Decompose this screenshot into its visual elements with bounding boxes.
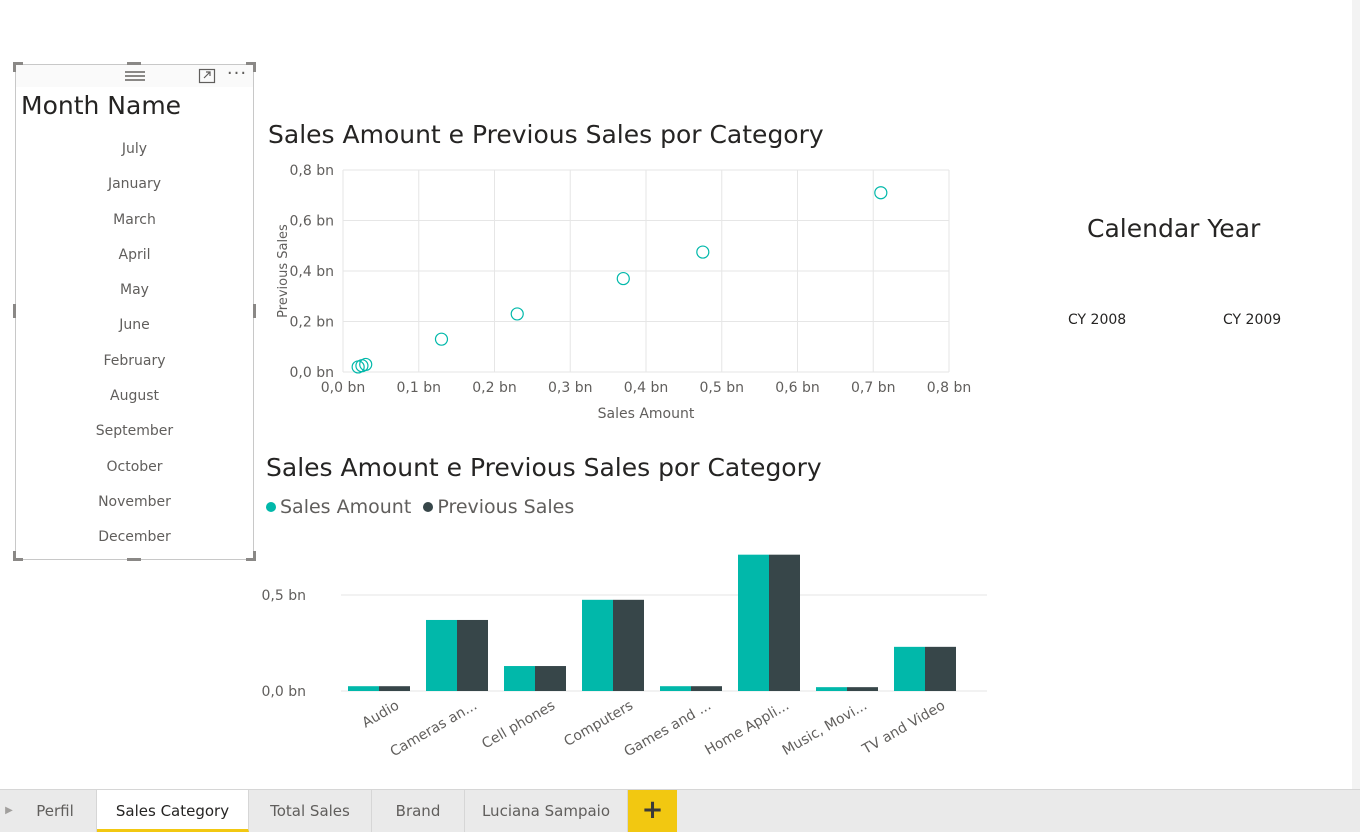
slicer-item[interactable]: March [16,203,253,238]
scatter-point[interactable] [359,357,373,372]
y-tick-label: 0,0 bn [262,684,306,700]
vertical-scrollbar[interactable] [1352,0,1360,789]
slicer-item[interactable]: October [16,450,253,485]
resize-handle[interactable] [13,62,16,72]
bar[interactable] [660,686,691,691]
slicer-item[interactable]: November [16,485,253,520]
calendar-year-item[interactable]: CY 2008 [1068,312,1126,328]
slicer-title: Month Name [21,91,182,120]
x-tick-label: Audio [360,698,402,732]
y-tick-label: 0,5 bn [262,588,306,604]
x-tick-label: 0,5 bn [700,380,744,396]
add-page-icon[interactable]: + [628,790,677,832]
legend-dot [266,502,276,512]
resize-handle[interactable] [13,304,16,318]
bar[interactable] [816,687,847,691]
x-tick-label: 0,2 bn [472,380,516,396]
x-tick-label: 0,6 bn [775,380,819,396]
scatter-point[interactable] [616,271,630,286]
bar[interactable] [535,666,566,691]
month-name-slicer[interactable]: ··· Month Name July January March April May J… [15,64,254,560]
bar[interactable] [504,666,535,691]
x-tick-label: 0,0 bn [321,380,365,396]
slicer-item[interactable]: April [16,238,253,273]
legend-label: Sales Amount [280,496,412,518]
resize-handle[interactable] [253,304,256,318]
scatter-chart[interactable]: 0,0 bn 0,1 bn 0,2 bn 0,3 bn 0,4 bn 0,5 bn 0,6 … [262,156,992,430]
legend-item-previous-sales[interactable]: Previous Sales [423,496,574,518]
legend-label: Previous Sales [437,496,575,518]
slicer-item[interactable]: August [16,379,253,414]
bar[interactable] [613,599,644,691]
bar[interactable] [691,686,722,691]
scatter-chart-title: Sales Amount e Previous Sales por Catego… [268,120,824,149]
x-tick-label: 0,7 bn [851,380,895,396]
resize-handle[interactable] [13,551,16,561]
scatter-point[interactable] [434,332,449,346]
legend-dot [423,502,434,512]
resize-handle[interactable] [127,558,141,561]
x-tick-label: Cell phones [479,698,558,753]
x-axis-title: Sales Amount [598,406,695,422]
resize-handle[interactable] [253,62,256,72]
slicer-item[interactable]: July [16,132,253,167]
tab-total-sales[interactable]: Total Sales [249,790,372,832]
slicer-item[interactable]: September [16,414,253,449]
bar[interactable] [582,599,613,691]
resize-handle[interactable] [127,62,141,65]
x-tick-label: Computers [561,698,636,750]
tab-sales-category[interactable]: Sales Category [97,790,249,832]
more-options-icon[interactable]: ··· [226,65,248,83]
x-tick-label: 0,8 bn [927,380,971,396]
slicer-item[interactable]: May [16,273,253,308]
resize-handle[interactable] [253,551,256,561]
y-tick-label: 0,4 bn [290,264,334,280]
bar[interactable] [738,554,769,691]
tab-luciana-sampaio[interactable]: Luciana Sampaio [465,790,628,832]
tab-perfil[interactable]: Perfil [14,790,97,832]
month-list: July January March April May June February Augu… [16,132,253,556]
bar[interactable] [894,646,925,691]
focus-mode-icon[interactable] [198,68,216,84]
bar[interactable] [847,687,878,691]
x-tick-label: 0,4 bn [624,380,668,396]
legend-item-sales-amount[interactable]: Sales Amount [266,496,411,518]
bar[interactable] [379,686,410,691]
slicer-item[interactable]: February [16,344,253,379]
x-tick-label: Music, Movi... [780,698,870,759]
bar-chart-title: Sales Amount e Previous Sales por Catego… [266,453,822,482]
y-axis-title: Previous Sales [276,224,291,318]
slicer-item[interactable]: January [16,167,253,202]
x-tick-label: TV and Video [859,698,948,759]
bar[interactable] [457,619,488,691]
x-tick-label: Games and ... [622,698,714,761]
calendar-year-item[interactable]: CY 2009 [1223,312,1281,328]
slicer-item[interactable]: June [16,308,253,343]
bar[interactable] [426,619,457,691]
x-tick-label: 0,3 bn [548,380,592,396]
drag-grip-icon[interactable] [125,71,145,81]
y-tick-label: 0,0 bn [290,365,334,381]
scatter-point[interactable] [510,307,524,321]
tab-brand[interactable]: Brand [372,790,465,832]
x-tick-label: Home Appli... [702,698,792,759]
x-tick-label: Cameras an... [388,698,480,761]
bar-chart-legend: Sales Amount Previous Sales [266,496,580,518]
calendar-year-title: Calendar Year [1087,214,1261,243]
slicer-item[interactable]: December [16,520,253,555]
bar[interactable] [769,554,800,691]
scatter-point[interactable] [696,245,710,259]
clustered-column-chart[interactable]: 0,0 bn 0,5 bn AudioCameras an... Cell phone… [262,540,992,775]
visual-header: ··· [16,65,253,87]
y-tick-label: 0,8 bn [290,163,334,179]
bar[interactable] [348,686,379,691]
scatter-point[interactable] [874,186,888,200]
y-tick-label: 0,2 bn [290,315,334,331]
x-tick-label: 0,1 bn [397,380,441,396]
bar[interactable] [925,646,956,691]
page-tab-bar: ▶ Perfil Sales Category Total Sales Bran… [0,789,1360,832]
y-tick-label: 0,6 bn [290,214,334,230]
